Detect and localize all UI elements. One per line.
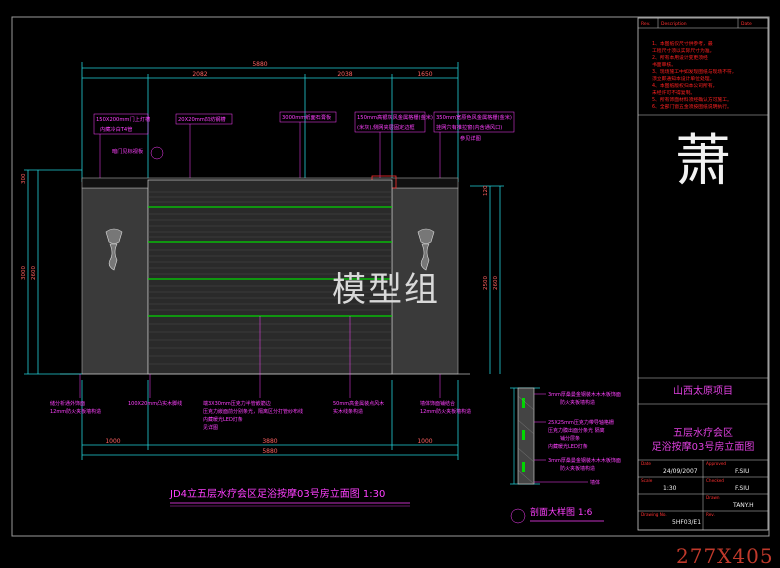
svg-text:须立即通知本设计单位处理。: 须立即通知本设计单位处理。 bbox=[652, 75, 714, 82]
tb-checked: F.SIU bbox=[735, 485, 749, 492]
section-label-6: 内藏暖光LED灯条 bbox=[548, 443, 588, 450]
dim-bottom-1: 1000 bbox=[105, 438, 120, 445]
svg-text:6、全部门窗五金须按图纸说明执行。: 6、全部门窗五金须按图纸说明执行。 bbox=[652, 103, 732, 110]
image-size-label: 277X405 bbox=[676, 544, 774, 568]
tb-checked-label: Checked bbox=[706, 478, 724, 483]
dim-right-1: 2500 bbox=[483, 276, 489, 290]
elevation-title: JD4立五层水疗会区足浴按摩03号房立面图 1:30 bbox=[169, 487, 385, 500]
callout-bottom-3: 100X20mm凸实木脚线 bbox=[128, 400, 182, 407]
section-label-7: 3mm厚桑曼金钢装木木木板饰面 bbox=[548, 457, 621, 464]
callout-top-3: 20X20mm凹坊钢槽 bbox=[178, 115, 226, 123]
callout-bottom-7: 见详图 bbox=[203, 424, 218, 431]
tb-drawing-name-1: 五层水疗会区 bbox=[673, 426, 733, 439]
tb-scale: 1:30 bbox=[663, 485, 677, 492]
callout-bottom-4: 端3X30mm压克力半管嵌筋边 bbox=[203, 400, 271, 407]
tb-drawn: TANY.H bbox=[732, 502, 754, 509]
dim-right-0: 120 bbox=[483, 185, 489, 196]
tb-rev-header: Rev. bbox=[641, 21, 650, 27]
svg-text:1、本图纸仅尺寸供参考，最: 1、本图纸仅尺寸供参考，最 bbox=[652, 40, 713, 47]
callout-top-9: 参见详图 bbox=[460, 134, 481, 142]
callout-bottom-11: 12mm防火夹板墙构造 bbox=[420, 408, 471, 415]
dim-bottom-overall: 5880 bbox=[262, 448, 277, 455]
section-label-1: 3mm厚桑曼金钢装木木木板饰面 bbox=[548, 391, 621, 398]
left-wall-panel bbox=[81, 187, 149, 375]
section-label-5: 铺分层条 bbox=[560, 435, 580, 442]
dim-bottom-2: 3880 bbox=[262, 438, 277, 445]
dim-left-1: 3000 bbox=[21, 266, 27, 280]
dim-top-3: 1650 bbox=[417, 71, 432, 78]
tb-scale-label: Scale bbox=[641, 478, 653, 483]
callout-bottom-5: 压克力嵌面前分别条光，隔离区分打管纱布线 bbox=[203, 408, 303, 415]
dim-left-2: 2600 bbox=[31, 266, 37, 280]
tb-dwg-label: Drawing No. bbox=[641, 512, 667, 517]
dim-right-2: 2600 bbox=[493, 276, 499, 290]
watermark: 模型组 bbox=[332, 270, 440, 310]
tb-project: 山西太原项目 bbox=[673, 384, 733, 397]
dim-left-0: 300 bbox=[21, 173, 27, 184]
callout-bottom-6: 内藏暖光LED灯条 bbox=[203, 416, 243, 423]
tb-drawn-label: Drawn bbox=[706, 495, 720, 500]
callout-top-10: 暗门见标视板 bbox=[112, 147, 144, 155]
dim-top-1: 2082 bbox=[192, 71, 207, 78]
title-block: Rev. Description Date 1、本图纸仅尺寸供参考，最 工程尺寸… bbox=[637, 17, 769, 531]
section-label-8: 防火夹板墙构造 bbox=[560, 465, 595, 472]
callout-top-1: 150X200mm门上灯槽 bbox=[96, 115, 150, 123]
callout-bottom-1: 储分析通外饰面 bbox=[50, 400, 85, 407]
callout-top-8: 挂网穴有推拉窗(内含通风口) bbox=[436, 123, 502, 131]
section-label-4: 压克力膜出面分条光 隔离 bbox=[548, 427, 605, 434]
tb-date-label: Date bbox=[641, 461, 651, 466]
callout-bottom-9: 实木线条构造 bbox=[333, 408, 363, 415]
svg-text:3、现场施工中如发现图纸与现场不符，: 3、现场施工中如发现图纸与现场不符， bbox=[652, 68, 737, 75]
logo-mark: 萧 bbox=[675, 129, 731, 194]
tb-approved-label: Approved bbox=[706, 461, 726, 466]
callout-top-5: 150mm高银灰风金属格栅(金米) bbox=[357, 113, 433, 121]
tb-date-header: Date bbox=[741, 21, 752, 27]
callout-bottom-10: 墙体饰面铺结合 bbox=[420, 400, 455, 407]
callout-top-4: 3000mm纸面石膏板 bbox=[282, 113, 332, 121]
section-label-9: 墙体 bbox=[590, 479, 600, 486]
tb-rev-label: Rev. bbox=[706, 512, 715, 517]
callout-bottom-8: 50mm高金属装点风木 bbox=[333, 400, 384, 407]
svg-text:4、本图纸版权归本公司所有，: 4、本图纸版权归本公司所有， bbox=[652, 82, 717, 89]
svg-text:工程尺寸须以实际尺寸为准。: 工程尺寸须以实际尺寸为准。 bbox=[652, 47, 714, 54]
dim-top-2: 2038 bbox=[337, 71, 352, 78]
svg-text:2、所有本用设计变更须经: 2、所有本用设计变更须经 bbox=[652, 54, 708, 61]
tb-date: 24/09/2007 bbox=[663, 468, 698, 475]
svg-text:5、所有饰面材料须经确认方可施工。: 5、所有饰面材料须经确认方可施工。 bbox=[652, 96, 732, 103]
elevation-view: 5880 2082 2038 1650 150X200mm门上灯槽 内藏冷白T4… bbox=[21, 61, 515, 507]
svg-text:书面审核。: 书面审核。 bbox=[652, 61, 676, 68]
section-title: 剖面大样图 1:6 bbox=[530, 506, 593, 518]
callout-top-6: 350mm宽原色风金属格栅(金米) bbox=[436, 113, 512, 121]
svg-text:未经许可不得复制。: 未经许可不得复制。 bbox=[652, 89, 695, 96]
callout-bottom-2: 12mm防火夹板墙构造 bbox=[50, 408, 101, 415]
tb-desc-header: Description bbox=[661, 21, 687, 27]
section-label-3: 25X25mm压克力带导轴格栅 bbox=[548, 419, 614, 426]
section-label-2: 防火夹板墙构造 bbox=[560, 399, 595, 406]
tb-approved: F.SIU bbox=[735, 468, 749, 475]
callout-top-2: 内藏冷白T4管 bbox=[100, 125, 132, 133]
section-detail: 3mm厚桑曼金钢装木木木板饰面 防火夹板墙构造 25X25mm压克力带导轴格栅 … bbox=[510, 387, 621, 524]
callout-top-7: (米灰),侧网夹层固定边框 bbox=[357, 123, 415, 131]
tb-drawing-name-2: 足浴按摩03号房立面图 bbox=[652, 440, 755, 453]
dim-bottom-3: 1000 bbox=[417, 438, 432, 445]
tb-dwg-no: 5HF03/E1 bbox=[672, 519, 701, 526]
dim-top-overall: 5880 bbox=[252, 61, 267, 68]
